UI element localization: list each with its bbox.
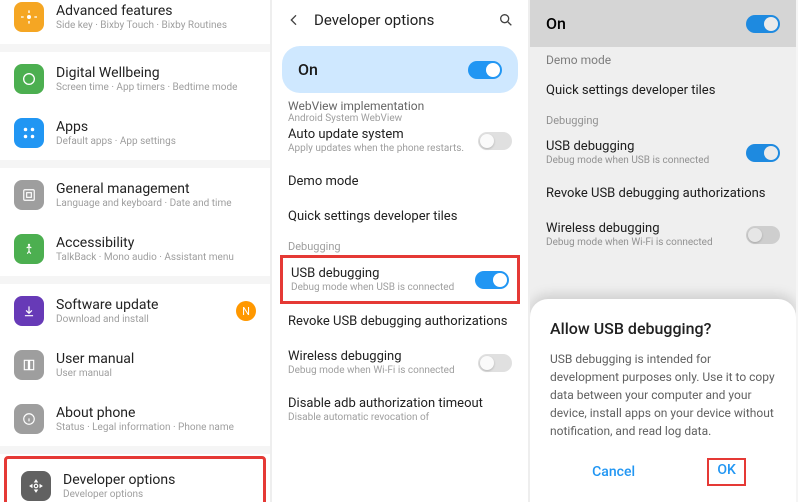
auto-update-row[interactable]: Auto update systemApply updates when the… [272,117,528,164]
item-title: Software update [56,297,224,313]
update-badge: N [236,301,256,321]
row-title: Wireless debugging [288,349,455,364]
row-sub: Debug mode when Wi-Fi is connected [288,365,455,376]
back-icon[interactable] [284,10,304,30]
debugging-section: Debugging [530,108,796,129]
settings-item-advanced[interactable]: Advanced featuresSide key · Bixby Touch … [0,0,270,44]
item-title: Apps [56,119,256,135]
item-title: User manual [56,351,256,367]
toggle-off-icon[interactable] [478,132,512,150]
settings-item-software[interactable]: Software updateDownload and install N [0,284,270,338]
demo-mode-row[interactable]: Demo mode [272,164,528,199]
row-sub: Debug mode when USB is connected [291,282,454,293]
on-label: On [546,14,566,33]
dialog-body: USB debugging is intended for developmen… [550,350,776,440]
dev-master-toggle[interactable]: On [282,46,518,93]
general-icon [14,180,44,210]
toggle-off-icon[interactable] [478,354,512,372]
cancel-button[interactable]: Cancel [580,458,647,486]
quick-tiles-row[interactable]: Quick settings developer tiles [530,73,796,108]
item-sub: User manual [56,368,256,379]
settings-item-developer[interactable]: Developer optionsDeveloper options [4,456,266,502]
row-sub: Apply updates when the phone restarts. [288,143,464,154]
developer-options-dialog-pane: On Demo mode Quick settings developer ti… [530,0,796,502]
demo-mode-row[interactable]: Demo mode [530,47,796,73]
toggle-on-icon[interactable] [746,144,780,162]
settings-item-accessibility[interactable]: AccessibilityTalkBack · Mono audio · Ass… [0,222,270,276]
item-title: Developer options [63,472,249,488]
item-title: Accessibility [56,235,256,251]
settings-item-about[interactable]: About phoneStatus · Legal information · … [0,392,270,446]
on-label: On [298,60,318,79]
row-title: Auto update system [288,127,464,142]
item-sub: Developer options [63,489,249,500]
item-sub: Download and install [56,314,224,325]
item-sub: Status · Legal information · Phone name [56,422,256,433]
page-title: Developer options [314,11,486,29]
item-sub: Language and keyboard · Date and time [56,198,256,209]
toggle-off-icon[interactable] [746,226,780,244]
toggle-on-icon[interactable] [468,61,502,79]
dev-master-toggle[interactable]: On [530,0,796,47]
toggle-on-icon[interactable] [475,271,509,289]
developer-options-pane: Developer options On WebView implementat… [272,0,530,502]
ok-button[interactable]: OK [707,458,746,486]
manual-icon [14,350,44,380]
settings-item-wellbeing[interactable]: Digital WellbeingScreen time · App timer… [0,52,270,106]
item-sub: TalkBack · Mono audio · Assistant menu [56,252,256,263]
apps-icon [14,118,44,148]
item-title: About phone [56,405,256,421]
item-title: Advanced features [56,3,256,19]
allow-usb-dialog: Allow USB debugging? USB debugging is in… [530,299,796,502]
item-title: General management [56,181,256,197]
row-sub: Disable automatic revocation of [288,412,512,423]
about-icon [14,404,44,434]
row-title: USB debugging [291,266,454,281]
dev-header: Developer options [272,0,528,40]
item-sub: Side key · Bixby Touch · Bixby Routines [56,20,256,31]
adb-timeout-row[interactable]: Disable adb authorization timeoutDisable… [272,386,528,433]
toggle-on-icon[interactable] [746,15,780,33]
advanced-icon [14,2,44,32]
usb-debugging-row[interactable]: USB debuggingDebug mode when USB is conn… [280,255,520,304]
item-sub: Default apps · App settings [56,136,256,147]
accessibility-icon [14,234,44,264]
wireless-debug-row[interactable]: Wireless debuggingDebug mode when Wi-Fi … [272,339,528,386]
settings-item-apps[interactable]: AppsDefault apps · App settings [0,106,270,160]
wireless-debug-row[interactable]: Wireless debuggingDebug mode when Wi-Fi … [530,211,796,258]
item-sub: Screen time · App timers · Bedtime mode [56,82,256,93]
settings-item-manual[interactable]: User manualUser manual [0,338,270,392]
revoke-row[interactable]: Revoke USB debugging authorizations [272,304,528,339]
dialog-title: Allow USB debugging? [550,319,776,338]
settings-item-general[interactable]: General managementLanguage and keyboard … [0,168,270,222]
revoke-row[interactable]: Revoke USB debugging authorizations [530,176,796,211]
wellbeing-icon [14,64,44,94]
usb-debugging-row[interactable]: USB debuggingDebug mode when USB is conn… [530,129,796,176]
quick-tiles-row[interactable]: Quick settings developer tiles [272,199,528,234]
item-title: Digital Wellbeing [56,65,256,81]
developer-icon [21,471,51,501]
debugging-section: Debugging [272,234,528,255]
settings-list-pane: Advanced featuresSide key · Bixby Touch … [0,0,272,502]
search-icon[interactable] [496,10,516,30]
software-icon [14,296,44,326]
webview-row-partial: WebView implementation Android System We… [272,99,528,117]
